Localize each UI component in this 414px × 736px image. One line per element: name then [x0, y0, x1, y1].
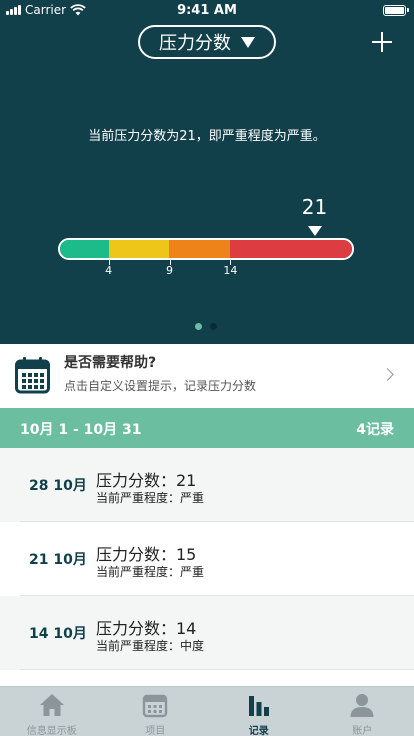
bar-chart-icon [248, 696, 269, 716]
help-title: 是否需要帮助? [64, 355, 157, 371]
score-type-dropdown[interactable]: 压力分数 [138, 25, 276, 59]
tab-label: 记录 [248, 726, 269, 736]
tab-records[interactable]: 记录 [207, 687, 311, 736]
home-icon [39, 694, 64, 716]
score-message: 当前压力分数为21，即严重程度为严重。 [88, 129, 326, 144]
scale-segment [60, 240, 109, 258]
status-bar: Carrier 9:41 AM [0, 0, 414, 22]
battery-icon [383, 5, 409, 16]
record-date: 21 10月 [29, 552, 87, 568]
tab-dashboard[interactable]: 信息显示板 [0, 687, 104, 736]
scale-tick-label: 14 [223, 264, 238, 277]
severity-scale-bar [58, 238, 354, 260]
scale-tick-label: 9 [166, 264, 173, 277]
record-row[interactable]: 28 10月 压力分数：21 当前严重程度：严重 [0, 448, 414, 522]
current-score-value: 21 [301, 195, 328, 219]
tab-bar: 信息显示板 项目 记录 账户 [0, 686, 414, 736]
scale-segment [108, 240, 170, 258]
score-hero-panel[interactable]: Carrier 9:41 AM 压力分数 当前压力分数为21，即严重程度为严重。… [0, 0, 414, 344]
record-date: 28 10月 [29, 478, 87, 494]
score-marker-icon [307, 226, 322, 236]
record-score: 压力分数：15 [96, 545, 197, 564]
record-row[interactable]: 21 10月 压力分数：15 当前严重程度：严重 [0, 522, 414, 596]
tab-label: 项目 [145, 726, 166, 736]
dropdown-triangle-icon [241, 36, 255, 48]
page-indicator[interactable] [195, 323, 217, 330]
record-score: 压力分数：14 [96, 619, 197, 638]
tab-label: 账户 [352, 726, 373, 736]
scale-segment [230, 240, 352, 258]
record-row[interactable]: 14 10月 压力分数：14 当前严重程度：中度 [0, 596, 414, 670]
period-range: 10月 1 - 10月 31 [20, 422, 142, 438]
page-dot[interactable] [210, 323, 217, 330]
calendar-icon [15, 357, 50, 394]
record-severity: 当前严重程度：严重 [96, 565, 205, 579]
record-severity: 当前严重程度：中度 [96, 639, 205, 653]
scale-segment [169, 240, 231, 258]
record-date: 14 10月 [29, 626, 87, 642]
person-icon [350, 694, 374, 717]
record-severity: 当前严重程度：严重 [96, 491, 205, 505]
chevron-right-icon [381, 368, 394, 381]
tab-projects[interactable]: 项目 [104, 687, 208, 736]
period-header: 10月 1 - 10月 31 4记录 [0, 408, 414, 448]
score-type-label: 压力分数 [159, 33, 231, 54]
add-record-button[interactable] [370, 30, 394, 54]
tab-account[interactable]: 账户 [311, 687, 414, 736]
page-dot[interactable] [195, 323, 202, 330]
status-time: 9:41 AM [177, 3, 237, 18]
scale-tick-label: 4 [105, 264, 113, 277]
tab-label: 信息显示板 [26, 726, 77, 736]
record-score: 压力分数：21 [96, 471, 197, 490]
help-banner[interactable]: 是否需要帮助? 点击自定义设置提示，记录压力分数 [0, 344, 414, 408]
calendar-icon [143, 694, 168, 718]
help-subtitle: 点击自定义设置提示，记录压力分数 [64, 379, 257, 393]
record-count: 4记录 [356, 422, 394, 438]
